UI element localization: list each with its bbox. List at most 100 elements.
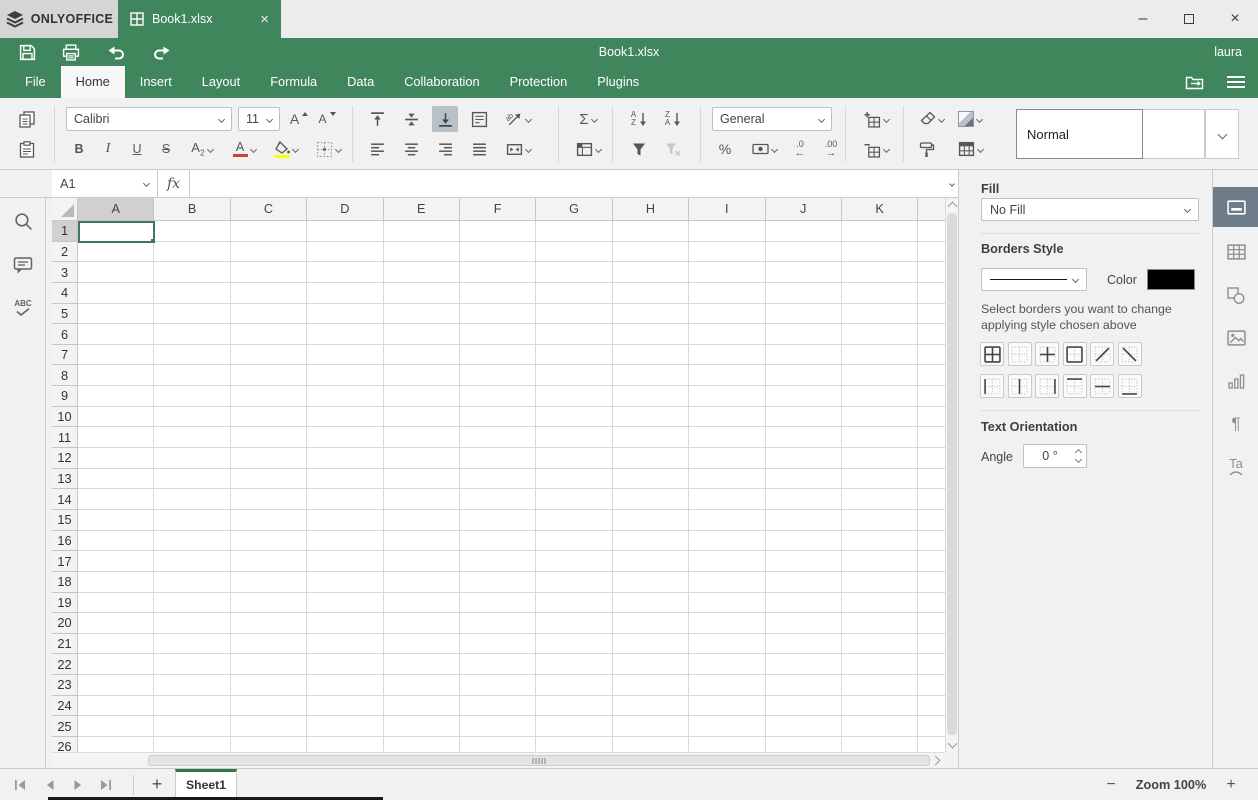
cell-k11[interactable] [841, 427, 919, 449]
cell-b12[interactable] [154, 448, 231, 469]
column-header-partial[interactable] [918, 198, 945, 221]
cell-g8[interactable] [536, 365, 613, 387]
copy-button[interactable] [14, 106, 40, 132]
cell-c8[interactable] [230, 365, 308, 387]
row-header-6[interactable]: 6 [52, 324, 78, 345]
accounting-style-button[interactable] [744, 136, 784, 162]
cell-partial-24[interactable] [918, 695, 945, 717]
cell-k7[interactable] [841, 344, 919, 366]
cell-b23[interactable] [154, 675, 231, 696]
cell-i18[interactable] [689, 571, 766, 593]
cell-k3[interactable] [841, 262, 919, 283]
cell-c15[interactable] [230, 509, 308, 531]
cell-j12[interactable] [765, 448, 842, 469]
cell-d11[interactable] [307, 427, 384, 449]
cell-i6[interactable] [689, 324, 766, 345]
cell-k2[interactable] [841, 241, 919, 263]
cell-g17[interactable] [536, 551, 613, 572]
cell-c18[interactable] [230, 571, 308, 593]
image-settings-tab[interactable] [1213, 318, 1258, 358]
cell-i19[interactable] [689, 592, 766, 614]
cell-j3[interactable] [765, 262, 842, 283]
row-header-21[interactable]: 21 [52, 633, 78, 655]
cell-e19[interactable] [383, 592, 460, 614]
cell-d4[interactable] [307, 282, 384, 304]
cell-c3[interactable] [230, 262, 308, 283]
cell-e22[interactable] [383, 654, 460, 676]
cell-g11[interactable] [536, 427, 613, 449]
horizontal-scrollbar[interactable] [52, 752, 945, 768]
cell-partial-17[interactable] [918, 551, 945, 572]
bold-button[interactable]: B [66, 136, 92, 162]
cell-a3[interactable] [78, 262, 155, 283]
cell-c22[interactable] [230, 654, 308, 676]
row-header-16[interactable]: 16 [52, 530, 78, 552]
cell-f21[interactable] [459, 633, 537, 655]
cell-a26[interactable] [78, 737, 155, 752]
cell-g26[interactable] [536, 737, 613, 752]
cell-f11[interactable] [459, 427, 537, 449]
increase-decimal-button[interactable]: .00 → [816, 136, 846, 162]
border-color-swatch[interactable] [1147, 269, 1195, 290]
cell-h8[interactable] [612, 365, 690, 387]
cell-h20[interactable] [612, 613, 690, 634]
cell-d26[interactable] [307, 737, 384, 752]
cell-c6[interactable] [230, 324, 308, 345]
row-header-4[interactable]: 4 [52, 282, 78, 304]
scroll-right-icon[interactable] [930, 755, 941, 766]
cell-e11[interactable] [383, 427, 460, 449]
cell-g24[interactable] [536, 695, 613, 717]
wrap-text-button[interactable] [466, 106, 492, 132]
cell-i20[interactable] [689, 613, 766, 634]
outside-borders-button[interactable] [1062, 342, 1087, 366]
cell-i23[interactable] [689, 675, 766, 696]
cell-partial-14[interactable] [918, 489, 945, 510]
spellcheck-button[interactable]: ABC [8, 293, 38, 323]
cell-j23[interactable] [765, 675, 842, 696]
cell-b2[interactable] [154, 241, 231, 263]
paragraph-settings-tab[interactable]: ¶ [1213, 404, 1258, 444]
font-color-button[interactable]: A [224, 136, 264, 162]
no-borders-button[interactable] [1007, 342, 1032, 366]
cell-g12[interactable] [536, 448, 613, 469]
cell-j18[interactable] [765, 571, 842, 593]
cell-f5[interactable] [459, 303, 537, 325]
cell-f7[interactable] [459, 344, 537, 366]
cell-i7[interactable] [689, 344, 766, 366]
clear-button[interactable] [914, 106, 950, 132]
increase-font-button[interactable]: A [286, 106, 312, 132]
cell-partial-6[interactable] [918, 324, 945, 345]
cell-b7[interactable] [154, 344, 231, 366]
cell-d6[interactable] [307, 324, 384, 345]
spinner-arrows[interactable] [1074, 448, 1086, 464]
cell-g25[interactable] [536, 716, 613, 738]
cell-h10[interactable] [612, 406, 690, 428]
previous-sheet-button[interactable] [44, 779, 58, 791]
cell-b8[interactable] [154, 365, 231, 387]
cell-h13[interactable] [612, 468, 690, 490]
cell-j1[interactable] [765, 221, 842, 242]
insert-cells-button[interactable] [856, 106, 896, 132]
column-header-e[interactable]: E [383, 198, 460, 221]
cell-e1[interactable] [383, 221, 460, 242]
cell-i11[interactable] [689, 427, 766, 449]
cell-d3[interactable] [307, 262, 384, 283]
menu-tab-insert[interactable]: Insert [125, 66, 187, 98]
angle-spinner[interactable]: 0 ° [1023, 444, 1087, 468]
search-button[interactable] [8, 206, 38, 236]
fill-color-button[interactable] [266, 136, 306, 162]
row-header-3[interactable]: 3 [52, 262, 78, 283]
cell-k25[interactable] [841, 716, 919, 738]
row-header-19[interactable]: 19 [52, 592, 78, 614]
cell-f3[interactable] [459, 262, 537, 283]
cell-k19[interactable] [841, 592, 919, 614]
borders-button[interactable] [308, 136, 348, 162]
clear-filter-button[interactable] [660, 136, 686, 162]
cell-partial-25[interactable] [918, 716, 945, 738]
cell-c7[interactable] [230, 344, 308, 366]
cell-h22[interactable] [612, 654, 690, 676]
cell-e8[interactable] [383, 365, 460, 387]
sort-descending-button[interactable]: ZA [660, 106, 686, 132]
cell-k12[interactable] [841, 448, 919, 469]
cell-a2[interactable] [78, 241, 155, 263]
